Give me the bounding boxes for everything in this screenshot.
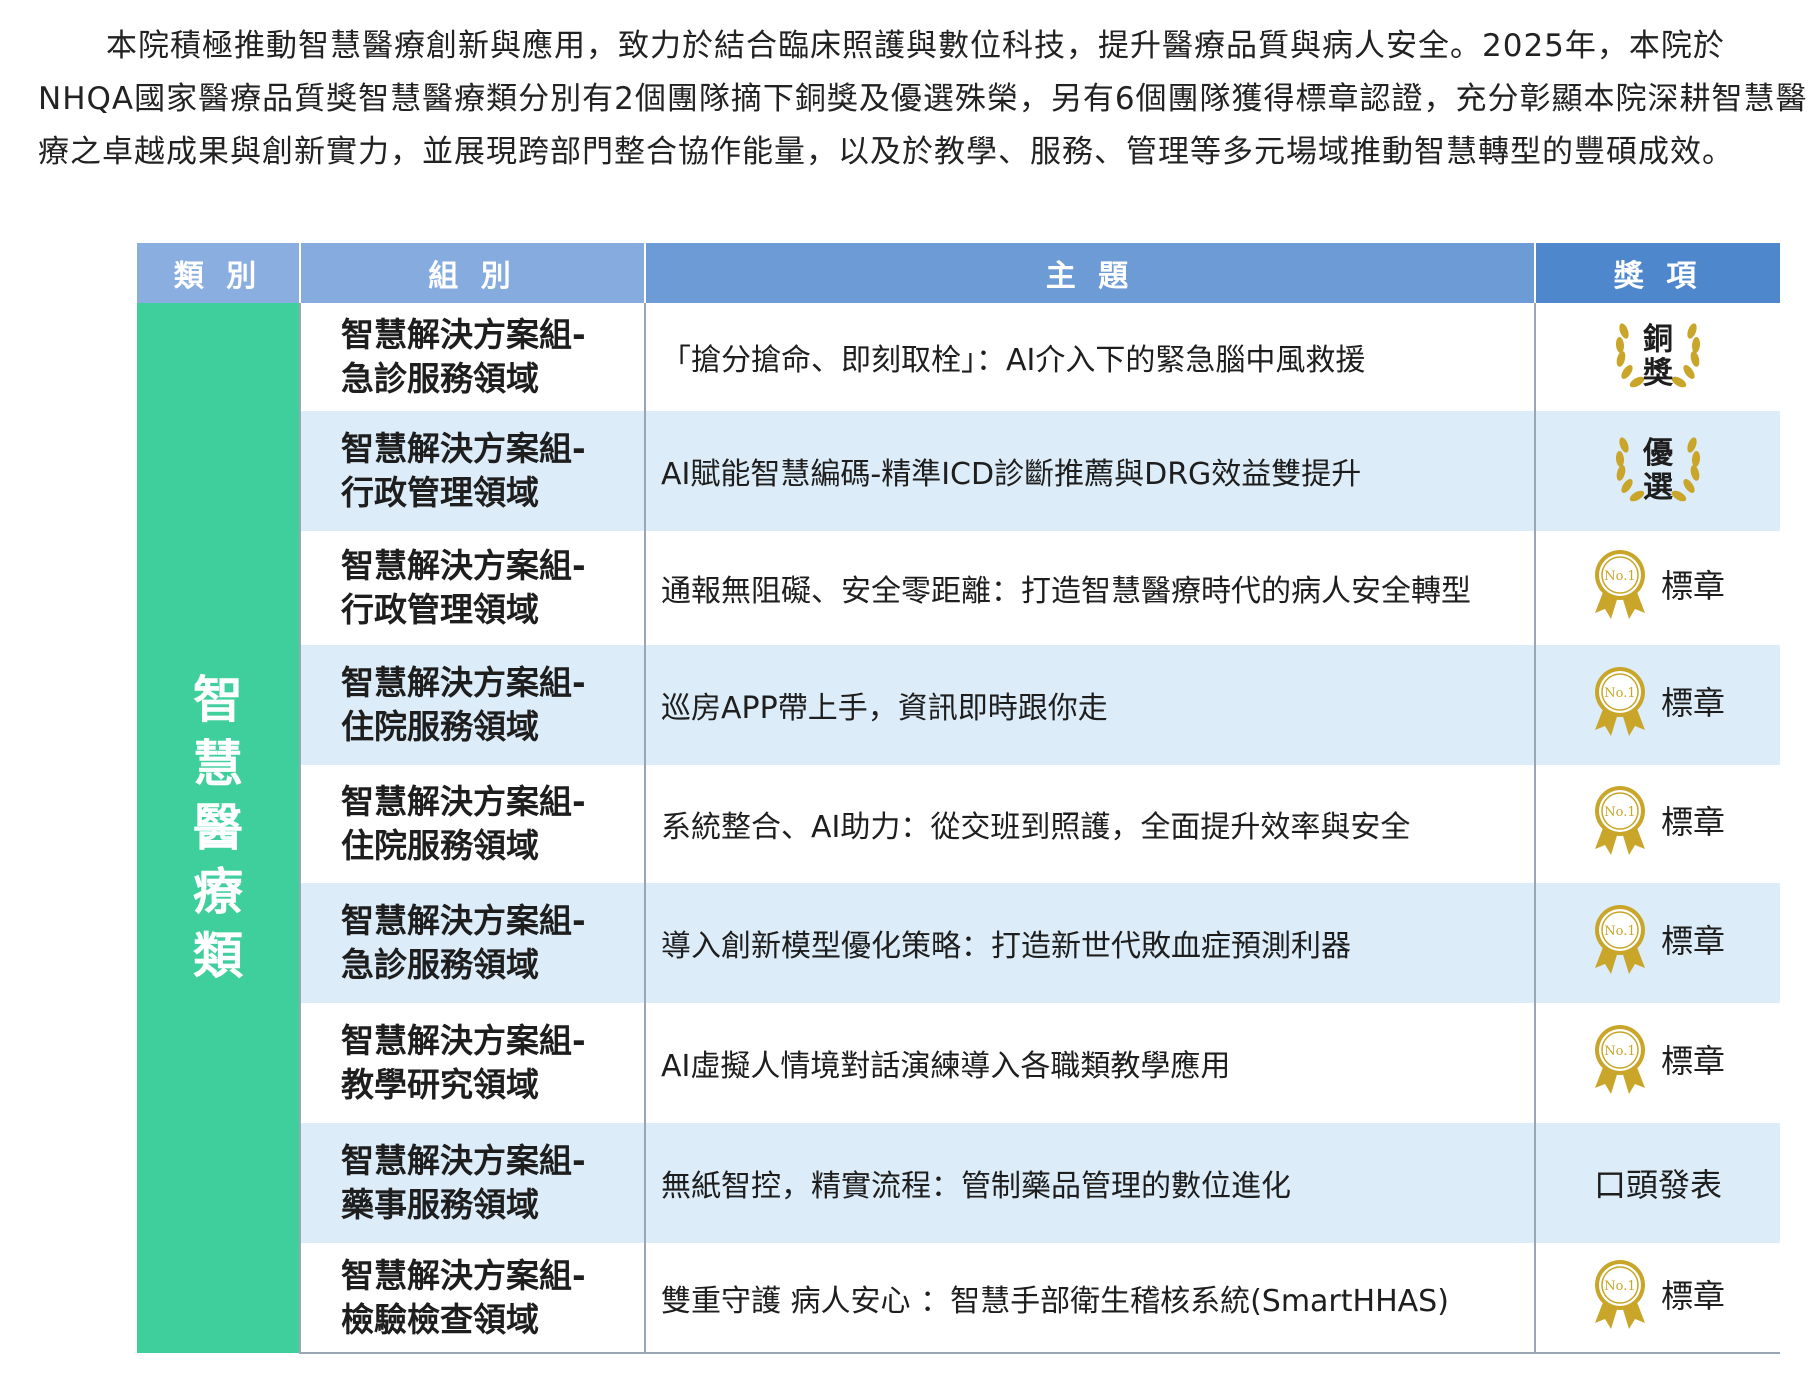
award-label: 標章 <box>1660 684 1725 722</box>
award-label: 標章 <box>1660 1276 1725 1315</box>
group-domain: 行政管理領域 <box>341 590 539 629</box>
intro-paragraph: 本院積極推動智慧醫療創新與應用，致力於結合臨床照護與數位科技，提升醫療品質與病人… <box>38 28 1808 170</box>
table-row: 智慧解決方案組- 檢驗檢查領域 雙重守護 病人安心 ：智慧手部衛生稽核系統(Sm… <box>137 1243 1780 1354</box>
group-cell: 智慧解決方案組- 住院服務領域 <box>299 645 645 765</box>
group-label: 智慧解決方案組- <box>341 546 586 585</box>
certification-award: No.1 標章 <box>1591 1257 1725 1331</box>
award-cell: 銅 獎 <box>1534 303 1780 411</box>
award-cell: No.1 標章 <box>1534 1243 1780 1354</box>
topic-cell: AI虛擬人情境對話演練導入各職類教學應用 <box>644 1003 1535 1123</box>
badge-text: No.1 <box>1604 1044 1635 1059</box>
group-cell: 智慧解決方案組- 急診服務領域 <box>299 303 645 411</box>
award-label: 標章 <box>1660 922 1725 960</box>
group-label: 智慧解決方案組- <box>341 1021 586 1060</box>
bronze-award: 銅 獎 <box>1610 311 1706 395</box>
group-cell: 智慧解決方案組- 藥事服務領域 <box>299 1123 645 1243</box>
award-cell: No.1 標章 <box>1534 1003 1780 1123</box>
medal-icon: No.1 <box>1594 667 1645 736</box>
group-domain: 行政管理領域 <box>341 473 539 512</box>
badge-text: No.1 <box>1604 569 1635 584</box>
award-label: 口頭發表 <box>1593 1166 1722 1204</box>
certification-award: No.1 標章 <box>1591 902 1725 976</box>
award-label: 標章 <box>1660 1042 1725 1080</box>
medal-icon: No.1 <box>1594 550 1645 619</box>
group-label: 智慧解決方案組- <box>341 1255 586 1295</box>
group-label: 智慧解決方案組- <box>341 315 586 354</box>
table-row: 智慧解決方案組- 教學研究領域 AI虛擬人情境對話演練導入各職類教學應用 No.… <box>137 1003 1780 1123</box>
topic-cell: AI賦能智慧編碼-精準ICD診斷推薦與DRG效益雙提升 <box>644 411 1535 531</box>
certification-award: No.1 標章 <box>1591 783 1725 857</box>
certification-award: No.1 標章 <box>1591 547 1725 621</box>
topic-cell: 通報無阻礙、安全零距離：打造智慧醫療時代的病人安全轉型 <box>644 531 1535 645</box>
group-label: 智慧解決方案組- <box>341 782 586 821</box>
table-row: 智慧解決方案組- 行政管理領域 通報無阻礙、安全零距離：打造智慧醫療時代的病人安… <box>137 531 1780 645</box>
table-row: 智慧解決方案組- 藥事服務領域 無紙智控，精實流程：管制藥品管理的數位進化 口頭… <box>137 1123 1780 1243</box>
group-domain: 住院服務領域 <box>341 707 539 746</box>
table-row: 智慧解決方案組- 行政管理領域 AI賦能智慧編碼-精準ICD診斷推薦與DRG效益… <box>137 411 1780 531</box>
topic-cell: 巡房APP帶上手，資訊即時跟你走 <box>644 645 1535 765</box>
header-category: 類 別 <box>137 243 301 303</box>
award-cell: No.1 標章 <box>1534 531 1780 645</box>
award-cell: 優 選 <box>1534 411 1780 531</box>
category-label: 智慧醫療類 <box>193 671 243 985</box>
award-label: 標章 <box>1660 567 1725 605</box>
award-cell: No.1 標章 <box>1534 883 1780 1003</box>
award-cell: No.1 標章 <box>1534 645 1780 765</box>
group-domain: 急診服務領域 <box>341 945 539 984</box>
badge-text: No.1 <box>1604 805 1635 820</box>
topic-cell: 系統整合、AI助力：從交班到照護，全面提升效率與安全 <box>644 765 1535 883</box>
topic-cell: 「搶分搶命、即刻取栓」：AI介入下的緊急腦中風救援 <box>644 303 1535 411</box>
group-label: 智慧解決方案組- <box>341 429 586 468</box>
group-cell: 智慧解決方案組- 檢驗檢查領域 <box>299 1243 645 1354</box>
topic-cell: 雙重守護 病人安心 ：智慧手部衛生稽核系統(SmartHHAS) <box>644 1243 1535 1354</box>
table-row: 智慧醫療類 智慧解決方案組- 急診服務領域 「搶分搶命、即刻取栓」：AI介入下的… <box>137 303 1780 1353</box>
group-domain: 住院服務領域 <box>341 826 539 865</box>
header-award: 獎 項 <box>1535 243 1780 303</box>
medal-icon: No.1 <box>1594 1025 1645 1094</box>
medal-icon: No.1 <box>1594 1259 1645 1329</box>
award-char-bottom: 選 <box>1643 470 1673 505</box>
badge-text: No.1 <box>1604 686 1635 701</box>
group-label: 智慧解決方案組- <box>341 901 586 940</box>
group-label: 智慧解決方案組- <box>341 1141 586 1180</box>
category-cell: 智慧醫療類 <box>137 303 300 1353</box>
award-char-top: 優 <box>1642 436 1674 471</box>
award-char-top: 銅 <box>1643 322 1673 357</box>
merit-award: 優 選 <box>1610 425 1706 509</box>
group-domain: 檢驗檢查領域 <box>341 1299 539 1339</box>
group-cell: 智慧解決方案組- 行政管理領域 <box>299 531 645 645</box>
group-cell: 智慧解決方案組- 急診服務領域 <box>299 883 645 1003</box>
award-char-bottom: 獎 <box>1643 356 1674 391</box>
badge-text: No.1 <box>1604 1279 1635 1294</box>
medal-icon: No.1 <box>1594 905 1645 974</box>
group-cell: 智慧解決方案組- 行政管理領域 <box>299 411 645 531</box>
award-label: 標章 <box>1660 803 1725 841</box>
table-row: 智慧解決方案組- 急診服務領域 導入創新模型優化策略：打造新世代敗血症預測利器 … <box>137 883 1780 1003</box>
group-label: 智慧解決方案組- <box>341 663 586 702</box>
badge-text: No.1 <box>1604 924 1635 939</box>
group-domain: 急診服務領域 <box>341 359 539 398</box>
oral-presentation-award: 口頭發表 <box>1594 1160 1722 1206</box>
certification-award: No.1 標章 <box>1591 664 1725 738</box>
bronze-wreath-icon: 銅 獎 <box>1615 322 1701 391</box>
certification-award: No.1 標章 <box>1591 1022 1725 1096</box>
group-domain: 教學研究領域 <box>341 1065 539 1104</box>
table-header-row: 類 別 組 別 主 題 獎 項 <box>137 243 1780 303</box>
awards-table: 類 別 組 別 主 題 獎 項 智慧醫療類 智慧解決方案組- 急診服務領域 「搶… <box>137 243 1780 1354</box>
table-row: 智慧解決方案組- 住院服務領域 系統整合、AI助力：從交班到照護，全面提升效率與… <box>137 765 1780 883</box>
award-cell: 口頭發表 <box>1534 1123 1780 1243</box>
group-cell: 智慧解決方案組- 教學研究領域 <box>299 1003 645 1123</box>
header-group: 組 別 <box>300 243 646 303</box>
merit-wreath-icon: 優 選 <box>1615 436 1701 505</box>
topic-cell: 導入創新模型優化策略：打造新世代敗血症預測利器 <box>644 883 1535 1003</box>
award-cell: No.1 標章 <box>1534 765 1780 883</box>
topic-cell: 無紙智控，精實流程：管制藥品管理的數位進化 <box>644 1123 1535 1243</box>
group-cell: 智慧解決方案組- 住院服務領域 <box>299 765 645 883</box>
header-topic: 主 題 <box>645 243 1536 303</box>
table-row: 智慧解決方案組- 住院服務領域 巡房APP帶上手，資訊即時跟你走 No.1 標章 <box>137 645 1780 765</box>
group-domain: 藥事服務領域 <box>341 1185 539 1224</box>
medal-icon: No.1 <box>1594 786 1645 855</box>
